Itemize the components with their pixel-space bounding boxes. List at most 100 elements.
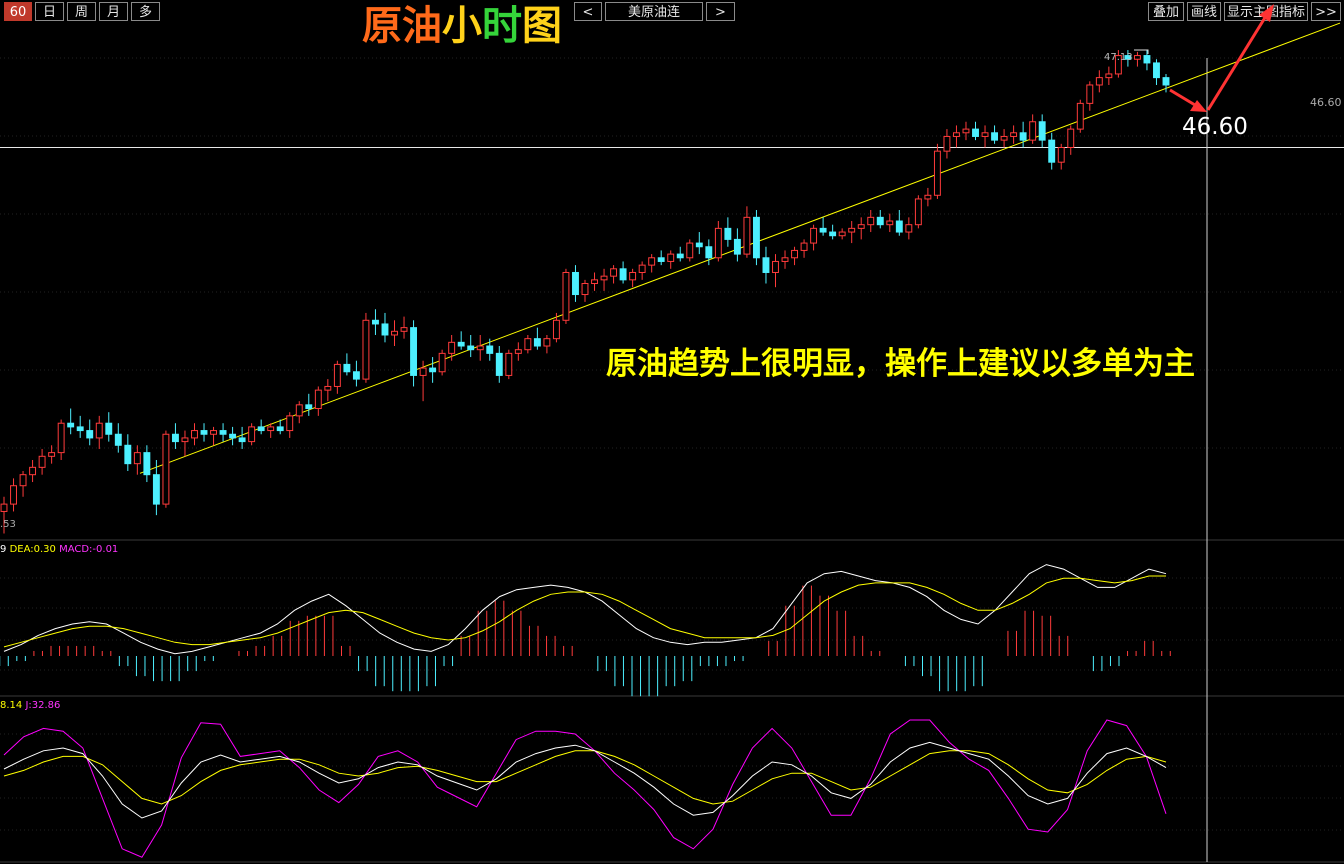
macd-legend: 9 DEA:0.30 MACD:-0.01 [0, 544, 118, 555]
candle-body [210, 430, 217, 435]
candle-body [48, 452, 56, 457]
candle-body [991, 132, 999, 141]
candle-body [152, 474, 160, 505]
candle-body [981, 132, 989, 137]
candle-body [67, 422, 75, 428]
candle-body [743, 216, 751, 255]
chart-canvas [0, 4, 1344, 863]
candle-body [1076, 102, 1084, 130]
candle-body [1038, 121, 1046, 141]
candle-body [819, 227, 827, 233]
max-price-marker [1134, 49, 1149, 55]
candle-body [619, 268, 627, 281]
candle-body [1162, 77, 1170, 86]
candle-body [1019, 132, 1027, 141]
candle-body [305, 404, 313, 410]
candle-body [572, 271, 579, 296]
candle-body [191, 430, 198, 439]
kdj-j-value: J:32.86 [25, 700, 61, 711]
candle-body [514, 349, 522, 354]
candle-body [867, 216, 875, 226]
candle-body [857, 224, 865, 229]
macd-dea-value: DEA:0.30 [9, 544, 56, 555]
candle-body [781, 257, 789, 262]
candle-body [914, 198, 922, 226]
candle-body [10, 485, 17, 505]
candle-body [924, 194, 932, 200]
chart-annotation: 原油趋势上很明显，操作上建议以多单为主 [606, 346, 1195, 382]
kdj-j-line [3, 719, 1167, 858]
candle-body [1067, 128, 1075, 148]
arrow-to-indicator-shaft [1206, 15, 1268, 111]
candle-body [38, 455, 46, 468]
candle-body [200, 430, 208, 435]
candle-body [267, 426, 275, 432]
candle-body [1048, 139, 1056, 163]
candle-body [524, 338, 532, 351]
candle-body [533, 338, 541, 347]
candle-body [429, 367, 437, 373]
candle-body [124, 444, 132, 465]
candle-body [591, 279, 598, 285]
candle-body [543, 338, 551, 347]
candle-body [76, 426, 84, 432]
candle-body [638, 264, 646, 273]
candle-body [467, 345, 475, 351]
candle-body [1133, 55, 1141, 60]
candle-body [581, 283, 589, 296]
kdj-legend: 8.14 J:32.86 [0, 700, 60, 711]
candle-body [29, 466, 37, 476]
candle-body [695, 242, 703, 248]
candle-body [562, 271, 570, 321]
candle-body [886, 220, 894, 226]
candle-body [953, 132, 960, 137]
kdj-k-line [3, 741, 1167, 819]
candle-body [229, 433, 237, 439]
candle-body [57, 422, 65, 454]
candle-body [476, 345, 484, 351]
candle-body [333, 363, 341, 387]
candle-body [1010, 132, 1018, 137]
candle-body [1105, 73, 1113, 79]
candle-body [876, 216, 884, 226]
candle-body [448, 341, 456, 354]
candle-body [248, 426, 256, 443]
price-axis-label: 46.60 [1310, 96, 1342, 109]
candle-body [219, 430, 227, 435]
candle-body [676, 253, 684, 259]
candle-body [629, 271, 637, 281]
candle-body [400, 327, 408, 332]
candle-body [381, 323, 389, 336]
candle-body [162, 433, 170, 505]
price-max-label: 47.13 [1104, 52, 1133, 63]
candle-body [343, 363, 351, 373]
candle-body [848, 227, 856, 233]
candle-body [772, 260, 779, 273]
price-min-label: .53 [0, 519, 16, 530]
candle-body [143, 452, 151, 476]
candle-body [657, 257, 665, 262]
candle-body [495, 352, 503, 376]
candle-body [352, 371, 360, 380]
candle-body [486, 345, 494, 354]
candle-body [933, 150, 941, 196]
candle-body [1057, 146, 1065, 163]
candle-body [600, 275, 608, 281]
candle-body [810, 227, 818, 244]
candle-body [438, 352, 446, 373]
candle-body [133, 452, 141, 465]
candle-body [457, 341, 465, 347]
candle-body [257, 426, 265, 432]
price-callout-label: 46.60 [1182, 114, 1248, 140]
macd-hist-value: MACD:-0.01 [59, 544, 119, 555]
candle-body [105, 422, 113, 435]
candle-body [1000, 135, 1008, 141]
candle-body [838, 231, 846, 237]
candle-body [391, 330, 398, 336]
candle-body [962, 128, 970, 134]
candle-body [943, 135, 951, 152]
candle-body [362, 319, 370, 380]
candle-body [972, 128, 979, 137]
candle-body [733, 238, 741, 255]
candle-body [724, 227, 732, 240]
